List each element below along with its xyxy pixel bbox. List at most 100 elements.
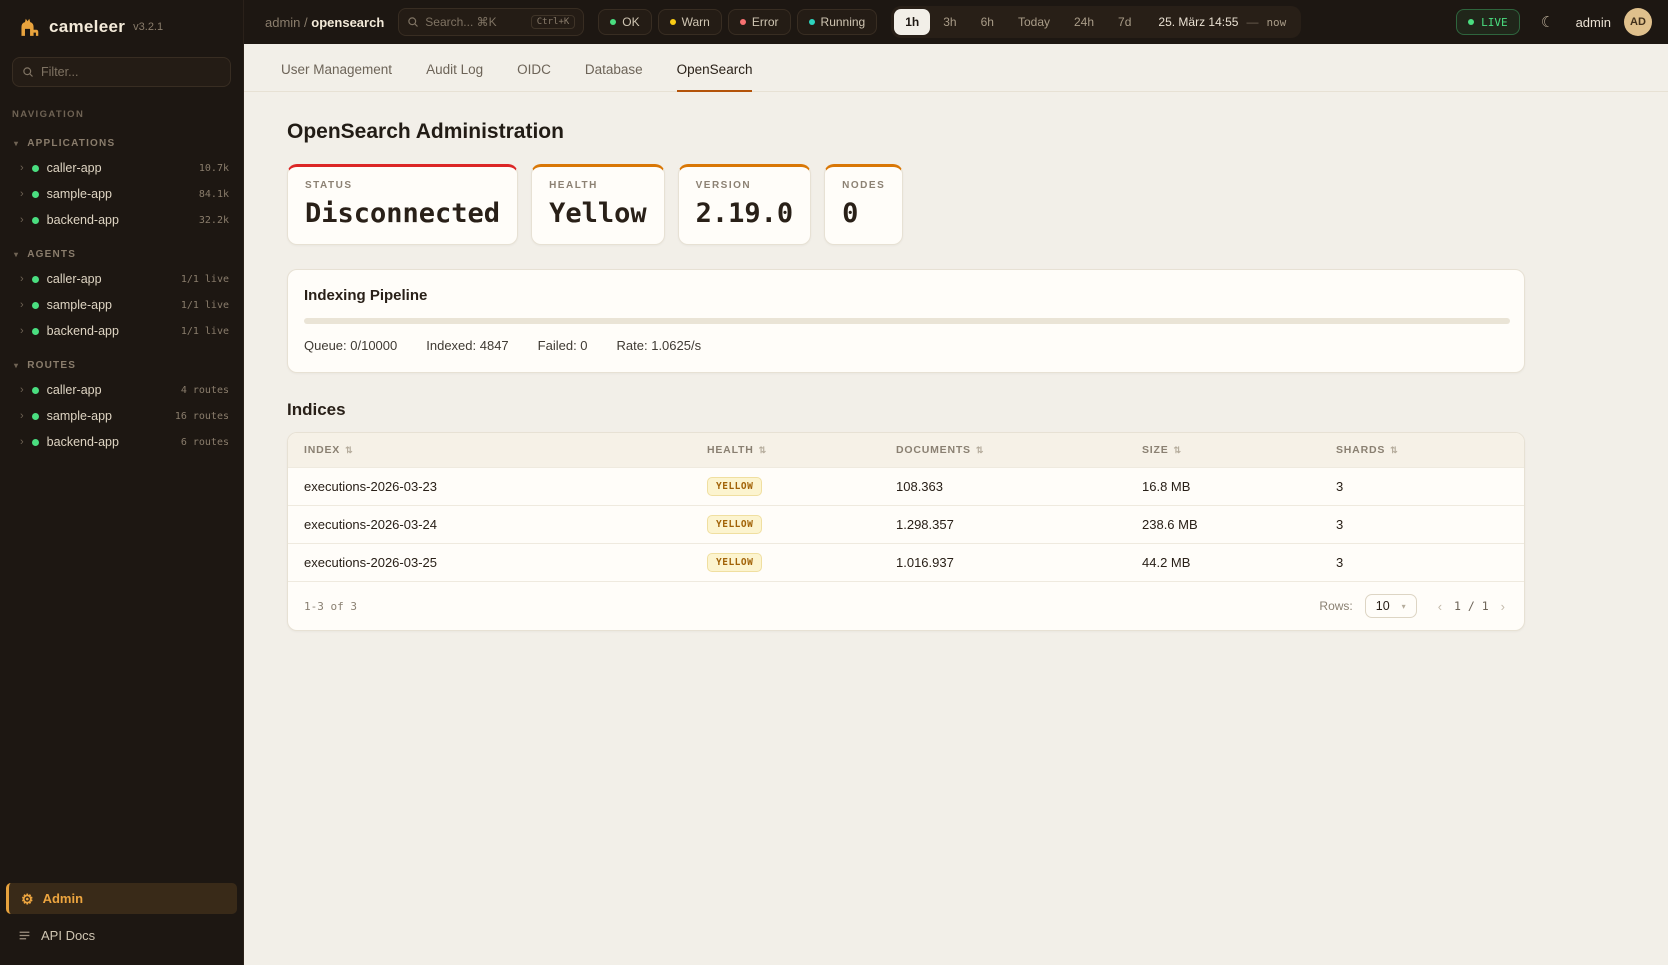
shortcut-badge: Ctrl+K	[531, 15, 576, 29]
table-header-row: INDEX ⇅ HEALTH ⇅ DOCUMENTS ⇅ SIZE	[288, 433, 1524, 467]
sidebar-item-sample-app-agent[interactable]: › sample-app 1/1 live	[0, 292, 243, 318]
column-header-size[interactable]: SIZE ⇅	[1142, 444, 1336, 456]
chevron-right-icon: ›	[20, 274, 24, 285]
item-label: sample-app	[47, 187, 112, 201]
sidebar-item-caller-app[interactable]: › caller-app 10.7k	[0, 155, 243, 181]
pill-label: Running	[821, 15, 866, 29]
stat-label: HEALTH	[549, 180, 647, 191]
sidebar-item-api-docs[interactable]: API Docs	[6, 920, 237, 951]
stat-card-version: VERSION 2.19.0	[678, 164, 812, 245]
column-header-health[interactable]: HEALTH ⇅	[707, 444, 896, 456]
chevron-right-icon: ›	[20, 163, 24, 174]
time-range-today[interactable]: Today	[1007, 9, 1061, 35]
sidebar-item-admin[interactable]: ⚙ Admin	[6, 883, 237, 914]
live-toggle[interactable]: LIVE	[1456, 9, 1520, 35]
breadcrumb[interactable]: admin / opensearch	[265, 15, 384, 30]
api-docs-label: API Docs	[41, 928, 95, 943]
time-range-24h[interactable]: 24h	[1063, 9, 1105, 35]
sidebar-filter[interactable]	[12, 57, 231, 87]
stat-card-health: HEALTH Yellow	[531, 164, 665, 245]
status-dot	[32, 191, 39, 198]
admin-label: Admin	[43, 891, 83, 906]
rows-per-page-select[interactable]: 10 ▾	[1365, 594, 1417, 618]
filter-pill-running[interactable]: Running	[797, 9, 878, 35]
section-header-routes[interactable]: ▾ ROUTES	[0, 356, 243, 377]
page-body: OpenSearch Administration STATUS Disconn…	[244, 120, 1568, 631]
item-label: caller-app	[47, 161, 102, 175]
breadcrumb-current: opensearch	[311, 15, 384, 30]
navigation-heading: NAVIGATION	[0, 103, 243, 122]
column-header-index[interactable]: INDEX ⇅	[288, 444, 707, 456]
next-page-button[interactable]: ›	[1498, 599, 1508, 614]
item-label: backend-app	[47, 213, 119, 227]
row-range: 1-3 of 3	[304, 600, 357, 613]
cell-index: executions-2026-03-25	[288, 555, 707, 570]
chevron-right-icon: ›	[20, 300, 24, 311]
document-lines-icon	[18, 929, 31, 942]
tab-opensearch[interactable]: OpenSearch	[677, 62, 753, 92]
moon-icon: ☾	[1541, 13, 1554, 31]
sidebar-item-backend-app-agent[interactable]: › backend-app 1/1 live	[0, 318, 243, 344]
stat-value: 0	[842, 198, 885, 229]
indices-table: INDEX ⇅ HEALTH ⇅ DOCUMENTS ⇅ SIZE	[287, 432, 1525, 631]
tab-user-management[interactable]: User Management	[281, 62, 392, 92]
sort-icon: ⇅	[1390, 445, 1398, 456]
tab-audit-log[interactable]: Audit Log	[426, 62, 483, 92]
tab-database[interactable]: Database	[585, 62, 643, 92]
filter-input[interactable]	[41, 65, 221, 79]
health-badge: YELLOW	[707, 477, 762, 496]
sidebar-item-backend-app-routes[interactable]: › backend-app 6 routes	[0, 429, 243, 455]
section-label: AGENTS	[27, 249, 76, 260]
sidebar-item-caller-app-routes[interactable]: › caller-app 4 routes	[0, 377, 243, 403]
content: User Management Audit Log OIDC Database …	[244, 44, 1668, 965]
sidebar-item-sample-app[interactable]: › sample-app 84.1k	[0, 181, 243, 207]
breadcrumb-parent[interactable]: admin	[265, 15, 300, 30]
column-header-documents[interactable]: DOCUMENTS ⇅	[896, 444, 1142, 456]
chevron-down-icon: ▾	[14, 250, 19, 259]
pill-label: Error	[752, 15, 779, 29]
avatar[interactable]: AD	[1624, 8, 1652, 36]
sidebar-section-routes: ▾ ROUTES › caller-app 4 routes › sample-…	[0, 356, 243, 455]
column-header-shards[interactable]: SHARDS ⇅	[1336, 444, 1524, 456]
tab-oidc[interactable]: OIDC	[517, 62, 551, 92]
section-header-agents[interactable]: ▾ AGENTS	[0, 245, 243, 266]
username: admin	[1576, 15, 1611, 30]
breadcrumb-separator: /	[304, 15, 308, 30]
time-range-6h[interactable]: 6h	[970, 9, 1005, 35]
cameleer-logo-icon	[16, 14, 41, 39]
stat-card-nodes: NODES 0	[824, 164, 903, 245]
time-range-1h[interactable]: 1h	[894, 9, 930, 35]
stat-label: NODES	[842, 180, 885, 191]
sidebar-item-caller-app-agent[interactable]: › caller-app 1/1 live	[0, 266, 243, 292]
status-filter-group: OK Warn Error Running	[598, 9, 877, 35]
time-range-3h[interactable]: 3h	[932, 9, 967, 35]
status-dot	[32, 165, 39, 172]
time-range-selector: 1h 3h 6h Today 24h 7d 25. März 14:55 — n…	[891, 6, 1301, 38]
section-label: APPLICATIONS	[27, 138, 115, 149]
time-range-7d[interactable]: 7d	[1107, 9, 1142, 35]
chevron-down-icon: ▾	[14, 139, 19, 148]
global-search[interactable]: Ctrl+K	[398, 8, 584, 36]
brand-name: cameleer	[49, 17, 125, 37]
item-label: backend-app	[47, 435, 119, 449]
ok-dot-icon	[610, 19, 616, 25]
cell-size: 16.8 MB	[1142, 479, 1336, 494]
chevron-right-icon: ›	[20, 215, 24, 226]
section-header-applications[interactable]: ▾ APPLICATIONS	[0, 134, 243, 155]
column-label: SHARDS	[1336, 444, 1385, 456]
prev-page-button[interactable]: ‹	[1435, 599, 1445, 614]
table-footer: 1-3 of 3 Rows: 10 ▾ ‹ 1 / 1 ›	[288, 581, 1524, 630]
health-badge: YELLOW	[707, 553, 762, 572]
filter-pill-error[interactable]: Error	[728, 9, 791, 35]
pipeline-stats: Queue: 0/10000 Indexed: 4847 Failed: 0 R…	[304, 338, 1510, 353]
time-range-display[interactable]: 25. März 14:55 — now	[1144, 15, 1298, 29]
page-title: OpenSearch Administration	[287, 120, 1525, 144]
item-badge: 1/1 live	[181, 300, 229, 311]
cell-documents: 1.298.357	[896, 517, 1142, 532]
sidebar-item-sample-app-routes[interactable]: › sample-app 16 routes	[0, 403, 243, 429]
filter-pill-warn[interactable]: Warn	[658, 9, 722, 35]
search-input[interactable]	[425, 15, 515, 29]
dark-mode-toggle[interactable]: ☾	[1533, 8, 1563, 36]
filter-pill-ok[interactable]: OK	[598, 9, 651, 35]
sidebar-item-backend-app[interactable]: › backend-app 32.2k	[0, 207, 243, 233]
